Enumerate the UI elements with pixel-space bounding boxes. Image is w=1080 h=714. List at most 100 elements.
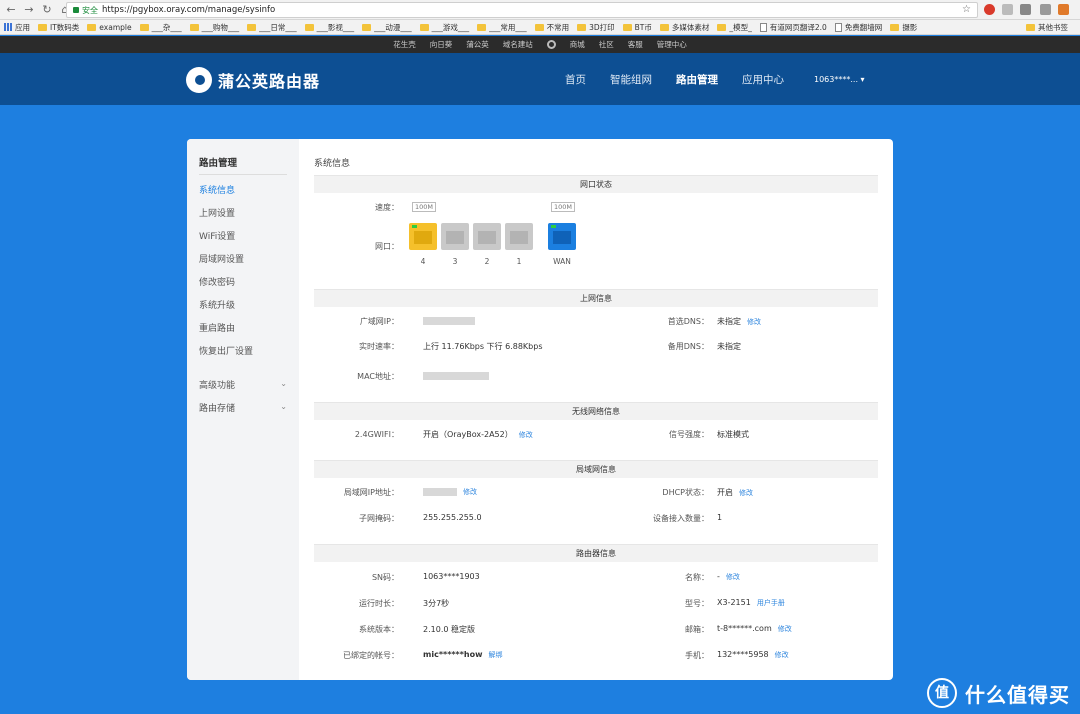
section-router-info: 路由器信息 [314,544,878,562]
page-icon [834,22,842,32]
bookmark-folder[interactable]: ___影视___ [304,22,354,33]
extension-icon[interactable] [1058,4,1069,15]
sidebar-item-wifi[interactable]: WiFi设置 [199,229,235,242]
folder-icon [1026,24,1035,31]
edit-lan-ip-link[interactable]: 修改 [463,488,477,496]
bookmark-folder[interactable]: ___杂___ [139,22,182,33]
edit-name-link[interactable]: 修改 [726,573,740,581]
sidebar-item-upgrade[interactable]: 系统升级 [199,298,235,311]
lan-port-4-icon [409,223,437,250]
bookmark-folder[interactable]: IT数码类 [38,22,79,33]
model-value: X3-2151 用户手册 [717,598,785,607]
oray-link[interactable]: 商城 [570,39,585,50]
nav-router-manage[interactable]: 路由管理 [676,72,718,87]
oray-link[interactable]: 客服 [628,39,643,50]
opera-extension-icon[interactable] [984,4,995,15]
wifi-label: 2.4GWIFI： [354,430,399,439]
bookmark-folder[interactable]: ___购物___ [189,22,239,33]
edit-dhcp-link[interactable]: 修改 [739,489,753,497]
forward-icon[interactable]: → [22,3,36,17]
sidebar-item-internet[interactable]: 上网设置 [199,206,235,219]
sidebar-item-lan[interactable]: 局域网设置 [199,252,244,265]
phone-label: 手机： [685,651,709,660]
sidebar-group-storage[interactable]: 路由存储 [199,401,235,414]
bookmark-folder[interactable]: _模型_ [717,22,752,33]
address-bar[interactable]: 安全 https://pgybox.oray.com/manage/sysinf… [66,2,978,18]
model-label: 型号： [685,599,709,608]
shield-icon[interactable] [1040,4,1051,15]
dns2-value: 未指定 [717,342,741,351]
chevron-down-icon[interactable]: ⌄ [280,379,287,388]
bookmark-folder[interactable]: ___常用___ [477,22,527,33]
bookmark-folder[interactable]: 3D打印 [577,22,615,33]
wan-ip-label: 广域网IP： [359,317,399,326]
oray-link[interactable]: 蒲公英 [466,39,489,50]
bookmark-folder[interactable]: ___动漫___ [362,22,412,33]
sidebar-item-sysinfo[interactable]: 系统信息 [199,183,235,196]
unbind-link[interactable]: 解绑 [489,651,503,659]
name-label: 名称： [685,573,709,582]
user-manual-link[interactable]: 用户手册 [757,599,785,607]
bookmark-page[interactable]: 有道网页翻译2.0 [759,22,827,33]
oray-link[interactable]: 花生壳 [393,39,416,50]
phone-value: 132****5958 修改 [717,650,789,659]
bookmark-apps[interactable]: 应用 [4,22,30,33]
logo-icon [186,67,212,93]
edit-phone-link[interactable]: 修改 [775,651,789,659]
dns2-label: 备用DNS： [667,342,709,351]
oray-ring-icon[interactable] [546,40,556,49]
oray-link[interactable]: 向日葵 [430,39,453,50]
edit-dns-link[interactable]: 修改 [747,318,761,326]
uptime-value: 3分7秒 [423,599,450,608]
edit-wifi-link[interactable]: 修改 [519,431,533,439]
sidebar-item-reboot[interactable]: 重启路由 [199,321,235,334]
bookmark-folder[interactable]: example [87,23,132,32]
security-label: 安全 [82,5,98,15]
wan-port-icon [548,223,576,250]
bookmark-folder[interactable]: 不常用 [534,22,569,33]
reload-icon[interactable]: ↻ [40,3,54,17]
folder-icon [577,23,587,31]
url-text: https://pgybox.oray.com/manage/sysinfo [102,5,276,15]
chevron-down-icon[interactable]: ⌄ [280,402,287,411]
nav-networking[interactable]: 智能组网 [610,72,652,87]
smzdm-watermark: 值 什么值得买 [927,678,1070,708]
sidebar-divider [199,174,287,175]
bookmark-folder[interactable]: 多媒体素材 [659,22,709,33]
oray-link[interactable]: 域名建站 [503,39,533,50]
extension-icon[interactable] [1002,4,1013,15]
bookmark-folder[interactable]: ___日常___ [247,22,297,33]
bookmark-folder[interactable]: 摄影 [890,22,917,33]
folder-icon [622,23,632,31]
port-number: 1 [516,257,522,266]
folder-icon [139,23,149,31]
port-label: 网口： [375,242,399,251]
site-logo[interactable]: 蒲公英路由器 [186,67,320,93]
lan-port-3-icon [441,223,469,250]
oray-link[interactable]: 社区 [599,39,614,50]
edit-email-link[interactable]: 修改 [778,625,792,633]
nav-app-center[interactable]: 应用中心 [742,72,784,87]
page-title: 系统信息 [314,159,351,169]
sidebar-item-reset[interactable]: 恢复出厂设置 [199,344,253,357]
bookmark-folder[interactable]: BT币 [622,22,652,33]
folder-icon [534,23,544,31]
dhcp-label: DHCP状态： [662,488,709,497]
sidebar-group-advanced[interactable]: 高级功能 [199,378,235,391]
bookmark-folder[interactable]: ___游戏___ [419,22,469,33]
speed-label: 速度： [375,203,399,212]
sidebar-item-password[interactable]: 修改密码 [199,275,235,288]
wan-ip-value [423,316,475,325]
oray-link[interactable]: 管理中心 [657,39,687,50]
bookmark-other[interactable]: 其他书签 [1026,20,1076,34]
bookmark-star-icon[interactable]: ☆ [962,3,971,17]
lan-port-1-icon [505,223,533,250]
extension-icon[interactable] [1020,4,1031,15]
nav-home[interactable]: 首页 [565,72,586,87]
bound-account-value: mic******how 解绑 [423,650,503,659]
account-menu[interactable]: 1063****... ▾ [814,75,865,84]
dns1-value: 未指定 修改 [717,317,761,326]
bookmark-page[interactable]: 免费翻墙网 [834,22,882,33]
back-icon[interactable]: ← [4,3,18,17]
devices-label: 设备接入数量： [653,514,709,523]
